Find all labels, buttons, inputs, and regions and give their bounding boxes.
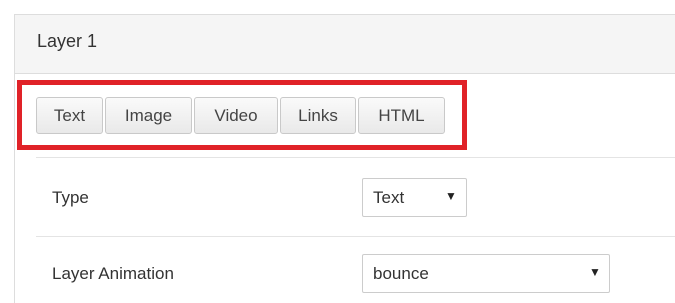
tab-links[interactable]: Links: [280, 97, 356, 134]
panel-header: Layer 1: [15, 15, 675, 74]
type-select[interactable]: Text ▼: [362, 178, 467, 217]
tab-text[interactable]: Text: [36, 97, 103, 134]
type-select-value: Text: [373, 188, 405, 207]
chevron-down-icon: ▼: [445, 189, 457, 203]
divider: [36, 236, 675, 237]
content-type-tabs: Text Image Video Links HTML: [36, 97, 445, 134]
chevron-down-icon: ▼: [589, 265, 601, 279]
layer-animation-label: Layer Animation: [52, 264, 174, 283]
layer-animation-select-value: bounce: [373, 264, 429, 283]
tab-image[interactable]: Image: [105, 97, 192, 134]
panel-title: Layer 1: [37, 31, 98, 51]
layer-animation-select[interactable]: bounce ▼: [362, 254, 610, 293]
type-label: Type: [52, 188, 89, 207]
tab-video[interactable]: Video: [194, 97, 278, 134]
divider: [36, 157, 675, 158]
tab-html[interactable]: HTML: [358, 97, 445, 134]
